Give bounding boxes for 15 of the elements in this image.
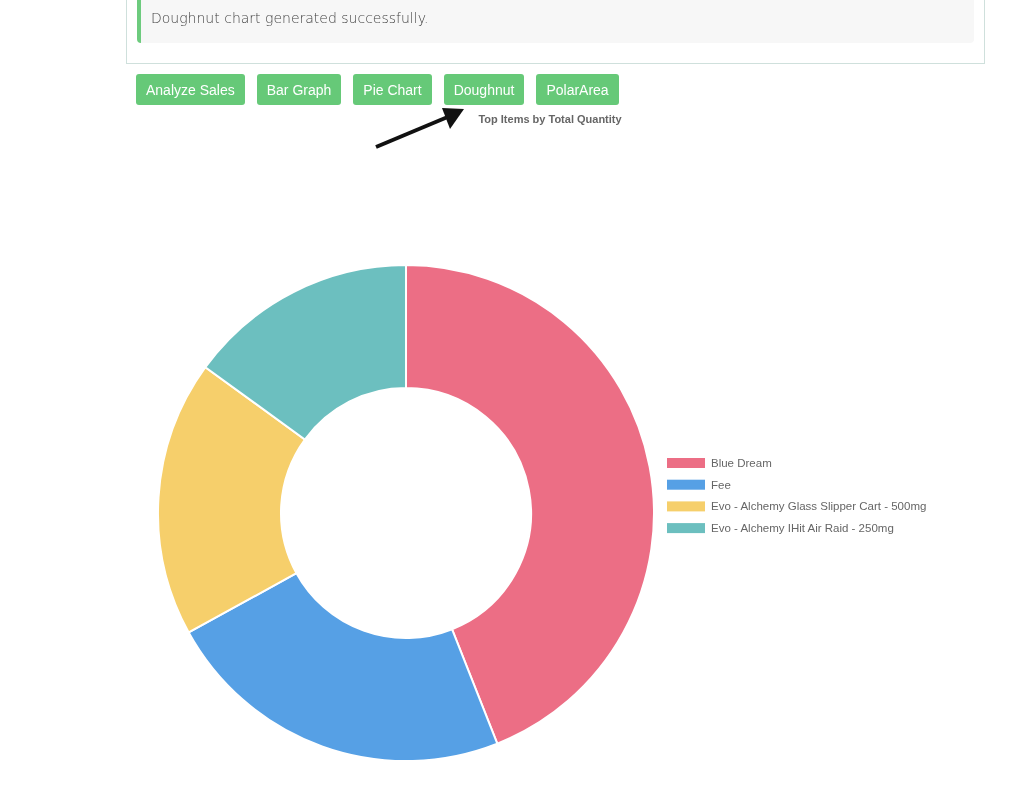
- legend-swatch: [667, 501, 705, 512]
- legend-swatch: [667, 458, 705, 468]
- legend-label: Blue Dream: [711, 457, 772, 469]
- chart-title: Top Items by Total Quantity: [478, 113, 622, 125]
- legend-swatch: [667, 523, 705, 534]
- chart-button[interactable]: PolarArea: [536, 74, 619, 105]
- chart-button[interactable]: Bar Graph: [256, 74, 342, 105]
- chart-button[interactable]: Doughnut: [443, 74, 525, 105]
- legend-label: Evo - Alchemy IHit Air Raid - 250mg: [711, 522, 894, 535]
- legend-swatch: [667, 479, 705, 490]
- alert-message: Doughnut chart generated successfully.: [151, 10, 429, 26]
- chart-button[interactable]: Pie Chart: [353, 74, 432, 105]
- chart-button[interactable]: Analyze Sales: [136, 74, 245, 105]
- legend-label: Fee: [711, 478, 731, 491]
- legend-label: Evo - Alchemy Glass Slipper Cart - 500mg: [711, 500, 927, 513]
